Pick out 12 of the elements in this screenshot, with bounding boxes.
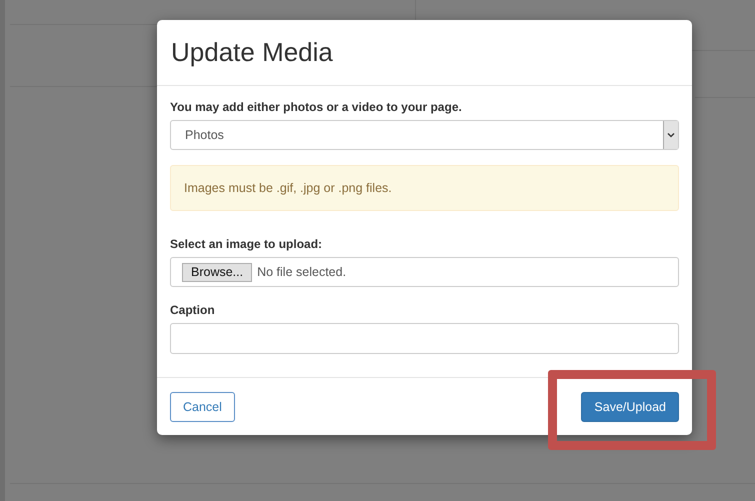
field-label: You may add either photos or a video to your page.: [170, 100, 463, 114]
alert-text: Images must be .gif, .jpg or .png files.: [184, 181, 392, 195]
cancel-button[interactable]: Cancel: [170, 392, 235, 422]
save-button[interactable]: Save/Upload: [581, 392, 679, 422]
field-label: Select an image to upload:: [170, 237, 324, 251]
caption-field[interactable]: [170, 323, 679, 354]
media-type-dropdown[interactable]: Photos: [170, 120, 679, 150]
file-status-text: No file selected.: [257, 265, 346, 279]
field-label: Caption: [170, 303, 216, 317]
browse-button[interactable]: Browse...: [182, 262, 252, 282]
dialog-title: Update Media: [171, 37, 333, 68]
file-input[interactable]: Browse... No file selected.: [170, 257, 679, 287]
